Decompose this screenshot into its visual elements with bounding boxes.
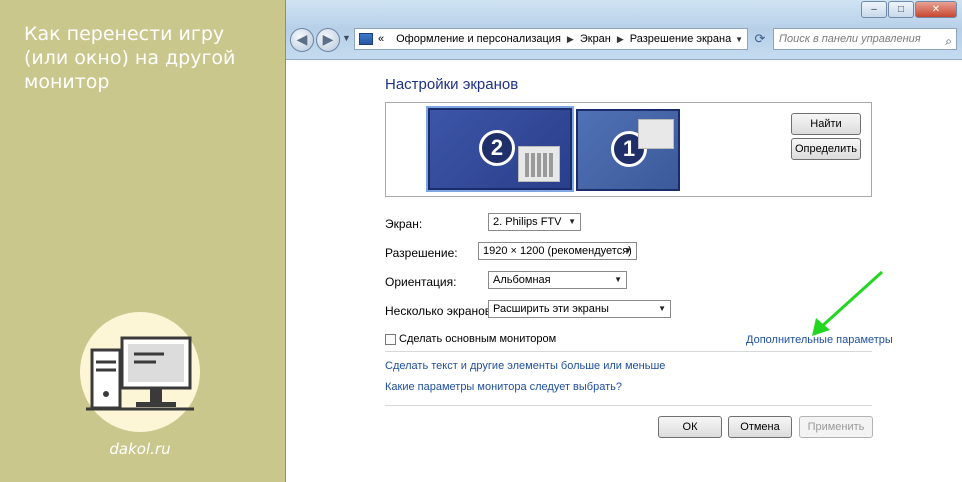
minimize-button[interactable]: – [861, 1, 887, 18]
close-button[interactable]: ✕ [915, 1, 957, 18]
banner-title: Как перенести игру (или окно) на другой … [24, 23, 236, 93]
window-controls: – □ ✕ [861, 1, 957, 18]
title-bar: – □ ✕ ◀ ▶ ▼ « Оформление и персонализаци… [286, 0, 962, 60]
window-icon [638, 119, 674, 149]
multiple-displays-value: Расширить эти экраны [493, 303, 609, 315]
divider [385, 351, 872, 352]
chevron-right-icon[interactable]: ▶ [567, 34, 574, 45]
identify-button[interactable]: Определить [791, 138, 861, 160]
screen-label: Экран: [385, 217, 423, 231]
divider [385, 405, 872, 406]
ok-button[interactable]: ОК [658, 416, 722, 438]
refresh-icon[interactable]: ⟳ [751, 29, 769, 49]
breadcrumb-item[interactable]: Оформление и персонализация [396, 33, 561, 45]
multiple-displays-select[interactable]: Расширить эти экраны ▼ [488, 300, 671, 318]
monitor-help-link[interactable]: Какие параметры монитора следует выбрать… [385, 381, 622, 393]
breadcrumb-item[interactable]: Экран [580, 33, 611, 45]
chevron-down-icon[interactable]: ▼ [735, 35, 743, 44]
site-name: dakol.ru [109, 440, 171, 458]
resolution-label: Разрешение: [385, 246, 458, 260]
screen-value: 2. Philips FTV [493, 216, 562, 228]
cancel-button[interactable]: Отмена [728, 416, 792, 438]
checkbox[interactable] [385, 333, 396, 345]
orientation-value: Альбомная [493, 274, 551, 286]
chevron-down-icon: ▼ [614, 275, 622, 284]
chevron-down-icon: ▼ [624, 246, 632, 255]
orientation-select[interactable]: Альбомная ▼ [488, 271, 627, 289]
banner: Как перенести игру (или окно) на другой … [0, 0, 285, 482]
screen-select[interactable]: 2. Philips FTV ▼ [488, 213, 581, 231]
breadcrumb-prefix: « [378, 33, 385, 45]
text-size-link[interactable]: Сделать текст и другие элементы больше и… [385, 360, 665, 372]
arrow-left-icon: ◀ [296, 31, 308, 47]
back-button[interactable]: ◀ [290, 28, 314, 52]
search-placeholder: Поиск в панели управления [779, 33, 921, 45]
monitor-2[interactable]: 2 [426, 106, 574, 192]
computer-icon [86, 336, 194, 411]
resolution-value: 1920 × 1200 (рекомендуется) [483, 245, 632, 257]
resolution-select[interactable]: 1920 × 1200 (рекомендуется) ▼ [478, 242, 637, 260]
maximize-button[interactable]: □ [888, 1, 914, 18]
history-dropdown-icon[interactable]: ▼ [342, 33, 351, 43]
page-title: Настройки экранов [385, 76, 519, 93]
monitor-1[interactable]: 1 [576, 109, 680, 191]
checkbox-label: Сделать основным монитором [399, 333, 557, 345]
apply-button[interactable]: Применить [799, 416, 873, 438]
address-bar[interactable]: « Оформление и персонализация ▶ Экран ▶ … [354, 28, 748, 50]
window-icon [518, 146, 560, 182]
search-input[interactable]: Поиск в панели управления ⌕ [773, 28, 957, 50]
arrow-pointer-icon [812, 270, 884, 336]
chevron-down-icon: ▼ [658, 304, 666, 313]
control-panel-window: – □ ✕ ◀ ▶ ▼ « Оформление и персонализаци… [285, 0, 962, 482]
monitor-number: 2 [479, 130, 515, 166]
orientation-label: Ориентация: [385, 275, 457, 289]
forward-button[interactable]: ▶ [316, 28, 340, 52]
search-icon[interactable]: ⌕ [945, 31, 952, 51]
primary-monitor-checkbox[interactable]: Сделать основным монитором [385, 333, 556, 345]
breadcrumb-item[interactable]: Разрешение экрана [630, 33, 731, 45]
arrow-right-icon: ▶ [322, 31, 334, 47]
control-panel-icon [359, 33, 373, 45]
chevron-right-icon[interactable]: ▶ [617, 34, 624, 45]
multiple-displays-label: Несколько экранов: [385, 304, 495, 318]
chevron-down-icon: ▼ [568, 217, 576, 226]
find-button[interactable]: Найти [791, 113, 861, 135]
